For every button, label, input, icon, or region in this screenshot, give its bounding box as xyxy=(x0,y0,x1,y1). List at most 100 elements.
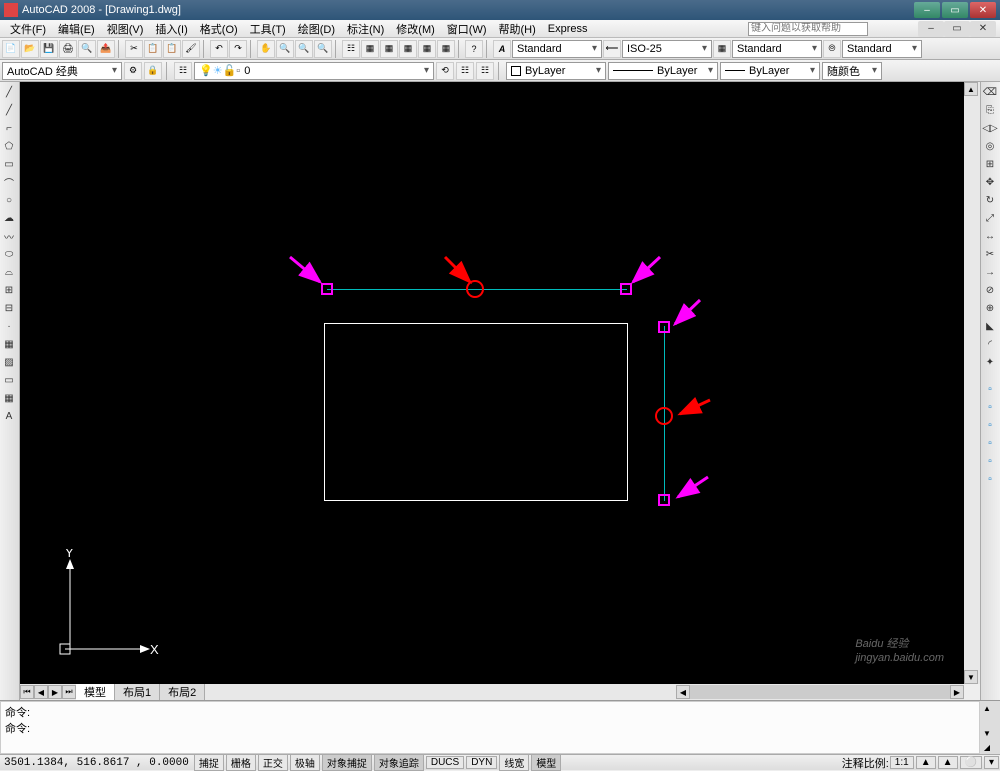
dimstyle-select[interactable]: ISO-25 xyxy=(622,40,712,58)
tab-model[interactable]: 模型 xyxy=(76,684,115,700)
zoom-win-icon[interactable]: 🔍 xyxy=(295,40,313,58)
mirror-icon[interactable]: ◁▷ xyxy=(981,120,999,137)
region-icon[interactable]: ▭ xyxy=(0,372,18,389)
mode-ortho[interactable]: 正交 xyxy=(258,754,288,771)
annoscale-icon[interactable]: ▲ xyxy=(916,756,936,769)
grip-right-top[interactable] xyxy=(658,321,670,333)
menu-tools[interactable]: 工具(T) xyxy=(244,21,292,37)
dc-icon[interactable]: ▦ xyxy=(361,40,379,58)
midpoint-right[interactable] xyxy=(655,407,673,425)
cut-icon[interactable]: ✂ xyxy=(125,40,143,58)
tab-first-icon[interactable]: ⏮ xyxy=(20,685,34,699)
pline-icon[interactable]: ⌐ xyxy=(0,120,18,137)
gradient-icon[interactable]: ▨ xyxy=(0,354,18,371)
rectangle-icon[interactable]: ▭ xyxy=(0,156,18,173)
layer-props-icon[interactable]: ☷ xyxy=(174,62,192,80)
circle-icon[interactable]: ○ xyxy=(0,192,18,209)
tool6-icon[interactable]: ▫ xyxy=(981,471,999,488)
mode-snap[interactable]: 捕捉 xyxy=(194,754,224,771)
menu-view[interactable]: 视图(V) xyxy=(101,21,150,37)
menu-draw[interactable]: 绘图(D) xyxy=(292,21,341,37)
mtext-icon[interactable]: A xyxy=(0,408,18,425)
menu-express[interactable]: Express xyxy=(542,23,594,35)
lineweight-select[interactable]: ByLayer xyxy=(720,62,820,80)
menu-edit[interactable]: 编辑(E) xyxy=(52,21,101,37)
cmd-scroll-up-icon[interactable]: ▲ xyxy=(980,701,994,715)
trim-icon[interactable]: ✂ xyxy=(981,246,999,263)
mode-lwt[interactable]: 线宽 xyxy=(499,754,529,771)
scale-value[interactable]: 1:1 xyxy=(890,756,914,769)
tab-next-icon[interactable]: ▶ xyxy=(48,685,62,699)
rotate-icon[interactable]: ↻ xyxy=(981,192,999,209)
xline-icon[interactable]: ╱ xyxy=(0,102,18,119)
tool4-icon[interactable]: ▫ xyxy=(981,435,999,452)
layer-iso-icon[interactable]: ☷ xyxy=(476,62,494,80)
mode-dyn[interactable]: DYN xyxy=(466,756,497,769)
scroll-left-icon[interactable]: ◀ xyxy=(676,685,690,699)
lock-ui-icon[interactable]: 🔒 xyxy=(144,62,162,80)
break-icon[interactable]: ⊘ xyxy=(981,282,999,299)
menu-format[interactable]: 格式(O) xyxy=(194,21,244,37)
menu-help[interactable]: 帮助(H) xyxy=(493,21,542,37)
ellipsearc-icon[interactable]: ⌓ xyxy=(0,264,18,281)
extend-icon[interactable]: → xyxy=(981,264,999,281)
match-icon[interactable]: 🖌 xyxy=(182,40,200,58)
plot-icon[interactable]: 🖨 xyxy=(59,40,77,58)
scroll-right-icon[interactable]: ▶ xyxy=(950,685,964,699)
scale-icon[interactable]: ⤢ xyxy=(981,210,999,227)
zoom-prev-icon[interactable]: 🔍 xyxy=(314,40,332,58)
std-select[interactable]: Standard xyxy=(842,40,922,58)
copy-obj-icon[interactable]: ⎘ xyxy=(981,102,999,119)
close-button[interactable]: ✕ xyxy=(970,2,996,18)
scroll-up-icon[interactable]: ▲ xyxy=(964,82,978,96)
redo-icon[interactable]: ↷ xyxy=(229,40,247,58)
drawing-canvas[interactable]: X Y Baidu 经验 jingyan.baidu.com xyxy=(20,82,964,684)
explode-icon[interactable]: ✦ xyxy=(981,354,999,371)
move-icon[interactable]: ✥ xyxy=(981,174,999,191)
status-tray-icon[interactable]: ⚪ xyxy=(960,756,982,769)
new-icon[interactable]: 📄 xyxy=(2,40,20,58)
fillet-icon[interactable]: ◜ xyxy=(981,336,999,353)
color-select[interactable]: ByLayer xyxy=(506,62,606,80)
pan-icon[interactable]: ✋ xyxy=(257,40,275,58)
doc-close-button[interactable]: ✕ xyxy=(970,21,996,37)
array-icon[interactable]: ⊞ xyxy=(981,156,999,173)
h-scrollbar[interactable] xyxy=(690,685,950,699)
preview-icon[interactable]: 🔍 xyxy=(78,40,96,58)
plotstyle-select[interactable]: 随颜色 xyxy=(822,62,882,80)
tool5-icon[interactable]: ▫ xyxy=(981,453,999,470)
erase-icon[interactable]: ⌫ xyxy=(981,84,999,101)
layer-state-icon[interactable]: ☷ xyxy=(456,62,474,80)
grip-right-bottom[interactable] xyxy=(658,494,670,506)
workspace-select[interactable]: AutoCAD 经典 xyxy=(2,62,122,80)
arc-icon[interactable]: ⌒ xyxy=(0,174,18,191)
zoom-rt-icon[interactable]: 🔍 xyxy=(276,40,294,58)
tool1-icon[interactable]: ▫ xyxy=(981,381,999,398)
tab-last-icon[interactable]: ⏭ xyxy=(62,685,76,699)
undo-icon[interactable]: ↶ xyxy=(210,40,228,58)
menu-file[interactable]: 文件(F) xyxy=(4,21,52,37)
cmd-resize-icon[interactable]: ◢ xyxy=(980,740,994,754)
chamfer-icon[interactable]: ◣ xyxy=(981,318,999,335)
midpoint-top[interactable] xyxy=(466,280,484,298)
tool2-icon[interactable]: ▫ xyxy=(981,399,999,416)
help-icon[interactable]: ? xyxy=(465,40,483,58)
mode-model[interactable]: 模型 xyxy=(531,754,561,771)
menu-modify[interactable]: 修改(M) xyxy=(390,21,441,37)
insert-icon[interactable]: ⊞ xyxy=(0,282,18,299)
publish-icon[interactable]: 📤 xyxy=(97,40,115,58)
open-icon[interactable]: 📂 xyxy=(21,40,39,58)
paste-icon[interactable]: 📋 xyxy=(163,40,181,58)
annovis-icon[interactable]: ▲ xyxy=(938,756,958,769)
props-icon[interactable]: ☷ xyxy=(342,40,360,58)
tab-prev-icon[interactable]: ◀ xyxy=(34,685,48,699)
line-icon[interactable]: ╱ xyxy=(0,84,18,101)
table-icon[interactable]: ▦ xyxy=(0,390,18,407)
menu-dim[interactable]: 标注(N) xyxy=(341,21,390,37)
ws-settings-icon[interactable]: ⚙ xyxy=(124,62,142,80)
save-icon[interactable]: 💾 xyxy=(40,40,58,58)
drawn-rectangle[interactable] xyxy=(324,323,628,501)
maximize-button[interactable]: ▭ xyxy=(942,2,968,18)
layer-prev-icon[interactable]: ⟲ xyxy=(436,62,454,80)
ellipse-icon[interactable]: ⬭ xyxy=(0,246,18,263)
